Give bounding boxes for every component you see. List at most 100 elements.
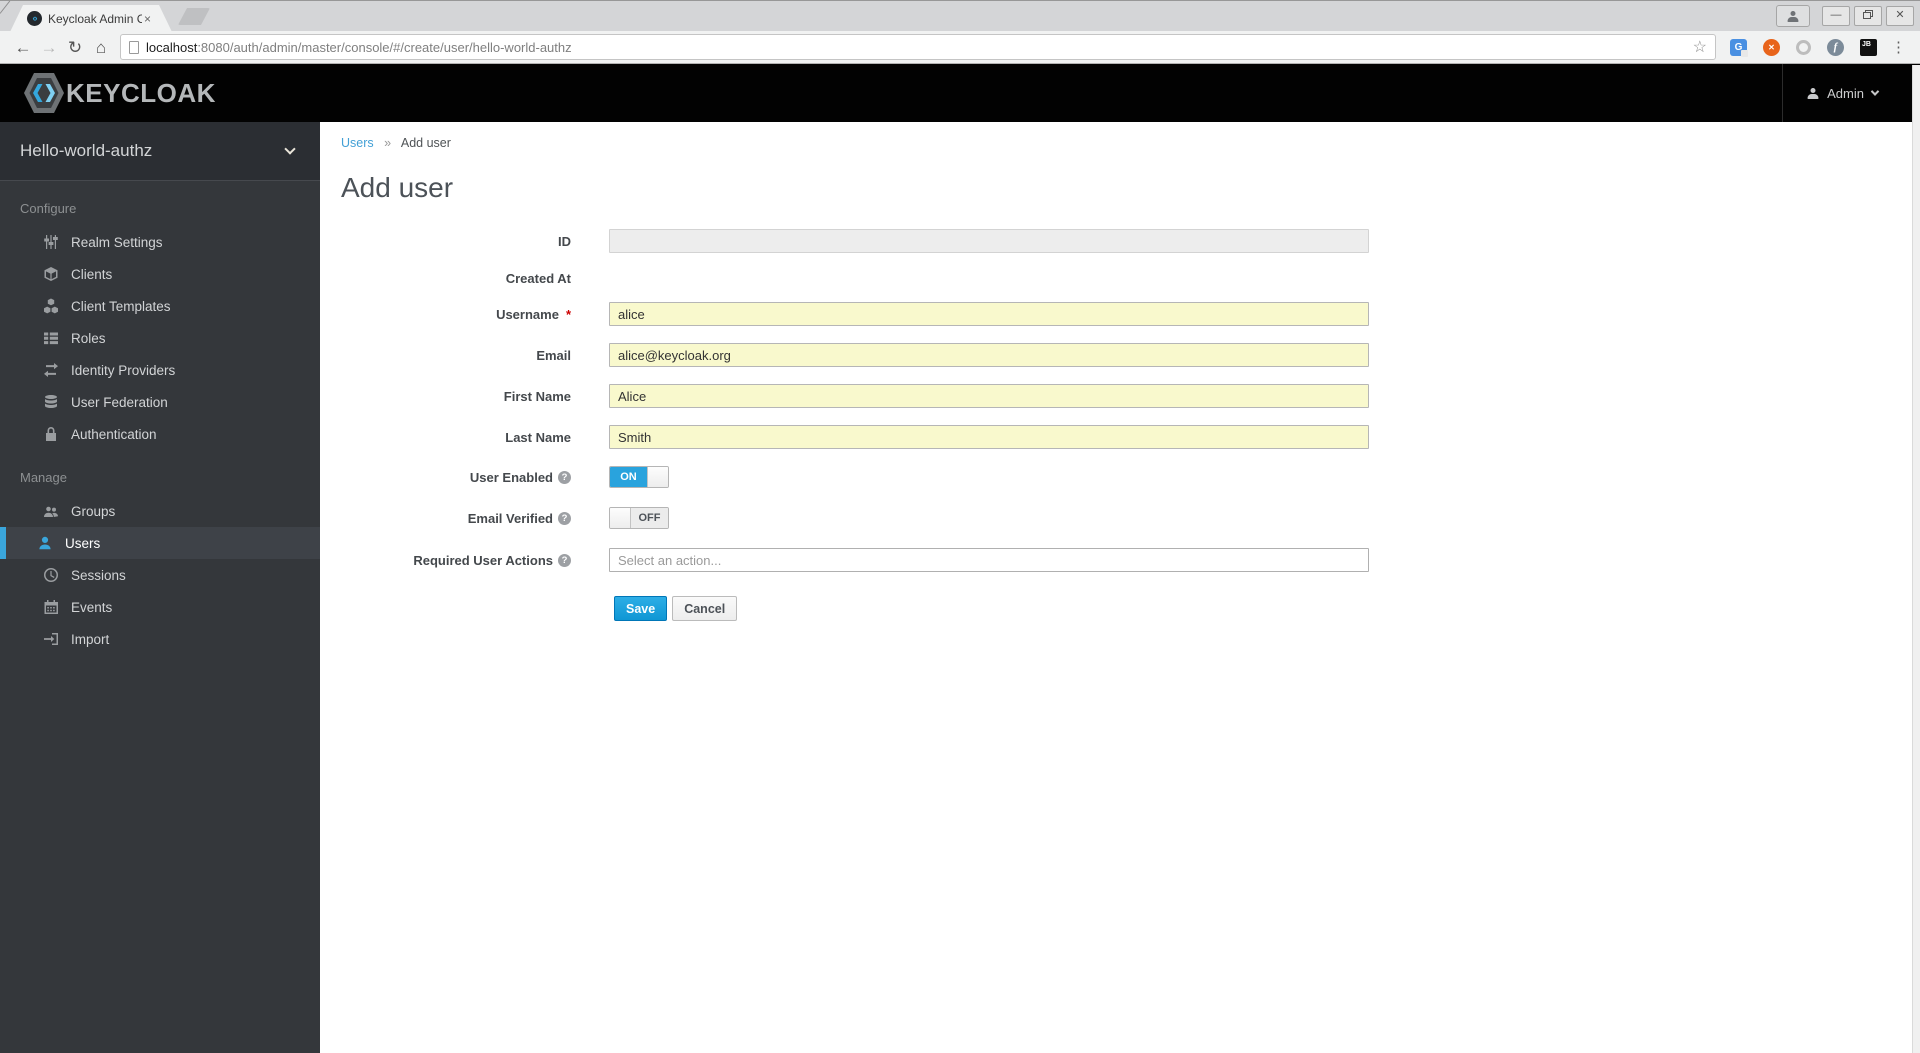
form-row-first-name: First Name (341, 384, 1920, 408)
username-field[interactable] (609, 302, 1369, 326)
sidebar-item-label: Clients (71, 266, 113, 282)
sidebar-item-authentication[interactable]: Authentication (0, 418, 320, 450)
url-path: :8080/auth/admin/master/console/#/create… (197, 39, 572, 55)
first-name-field[interactable] (609, 384, 1369, 408)
sidebar-item-sessions[interactable]: Sessions (0, 559, 320, 591)
chevron-down-icon (284, 143, 296, 155)
jetbrains-extension-icon[interactable]: JB (1860, 38, 1877, 56)
window-restore-button[interactable] (1854, 6, 1882, 26)
browser-scrollbar[interactable] (1912, 65, 1920, 1053)
user-enabled-label: User Enabled (469, 469, 553, 485)
form-row-username: Username * (341, 302, 1920, 326)
page-info-icon[interactable] (129, 40, 139, 54)
window-close-button[interactable]: ✕ (1886, 6, 1914, 26)
sidebar-item-label: Import (71, 631, 110, 647)
orange-extension-icon[interactable]: ✕ (1763, 38, 1780, 56)
sidebar-item-label: Realm Settings (71, 234, 163, 250)
window-corner-decoration (0, 0, 11, 14)
back-icon[interactable]: ← (10, 39, 36, 56)
sidebar-item-events[interactable]: Events (0, 591, 320, 623)
tab-title: Keycloak Admin Con (48, 11, 142, 26)
cancel-button[interactable]: Cancel (672, 596, 738, 621)
user-enabled-toggle[interactable]: ON (609, 466, 669, 488)
admin-user-menu[interactable]: Admin (1782, 64, 1908, 122)
breadcrumb-current: Add user (400, 136, 451, 150)
sidebar-item-groups[interactable]: Groups (0, 495, 320, 527)
sidebar-item-clients[interactable]: Clients (0, 258, 320, 290)
disabled-extension-icon[interactable] (1796, 39, 1811, 55)
cubes-icon (43, 298, 59, 314)
breadcrumb-separator: » (384, 136, 392, 150)
main-content: Users » Add user Add user ID Created At … (320, 122, 1920, 1053)
url-text[interactable]: localhost:8080/auth/admin/master/console… (146, 40, 1685, 55)
required-actions-label: Required User Actions (413, 552, 553, 568)
reload-icon[interactable]: ↻ (62, 39, 88, 56)
section-label-configure: Configure (20, 201, 77, 216)
new-tab-button[interactable] (178, 8, 210, 25)
sidebar-item-label: Identity Providers (71, 362, 176, 378)
last-name-field[interactable] (609, 425, 1369, 449)
toggle-handle (647, 467, 668, 487)
calendar-icon (43, 599, 59, 615)
sidebar-item-import[interactable]: Import (0, 623, 320, 655)
id-label: ID (558, 233, 571, 249)
id-field (609, 229, 1369, 253)
forward-icon[interactable]: → (36, 39, 62, 56)
admin-user-label: Admin (1827, 85, 1864, 101)
sidebar-item-users[interactable]: Users (0, 527, 320, 559)
url-host: localhost (146, 39, 198, 55)
profile-icon (1787, 11, 1799, 22)
browser-profile-button[interactable] (1776, 5, 1810, 27)
required-actions-select[interactable] (609, 548, 1369, 572)
form-row-id: ID (341, 229, 1920, 253)
section-label-manage: Manage (20, 470, 67, 485)
breadcrumb-users-link[interactable]: Users (341, 136, 374, 150)
form-row-last-name: Last Name (341, 425, 1920, 449)
browser-toolbar: ← → ↻ ⌂ localhost:8080/auth/admin/master… (0, 31, 1920, 64)
sidebar-item-roles[interactable]: Roles (0, 322, 320, 354)
first-name-label: First Name (503, 388, 571, 404)
tab-close-icon[interactable]: × (144, 13, 151, 25)
sidebar-item-identity-providers[interactable]: Identity Providers (0, 354, 320, 386)
sidebar-item-realm-settings[interactable]: Realm Settings (0, 226, 320, 258)
toggle-on-label: ON (610, 467, 647, 487)
email-field[interactable] (609, 343, 1369, 367)
browser-tab[interactable]: ‹› Keycloak Admin Con × (10, 5, 172, 32)
save-button[interactable]: Save (614, 596, 668, 621)
last-name-label: Last Name (505, 429, 571, 445)
sidebar-item-label: Groups (71, 503, 116, 519)
sidebar-item-label: Users (65, 535, 101, 551)
sidebar-item-client-templates[interactable]: Client Templates (0, 290, 320, 322)
exchange-arrows-icon (43, 362, 59, 378)
realm-selector[interactable]: Hello-world-authz (0, 122, 320, 181)
translate-extension-icon[interactable]: G (1730, 38, 1748, 57)
lock-icon (43, 426, 59, 442)
help-icon: ? (558, 470, 571, 484)
url-bar[interactable]: localhost:8080/auth/admin/master/console… (120, 34, 1716, 60)
form-row-email-verified: Email Verified? OFF (341, 507, 1920, 529)
email-verified-toggle[interactable]: OFF (609, 507, 669, 529)
keycloak-logo: KEYCLOAK (24, 71, 216, 115)
browser-menu-icon[interactable]: ⋮ (1891, 38, 1906, 56)
database-icon (43, 394, 59, 410)
list-icon (43, 330, 59, 346)
restore-icon (1863, 12, 1871, 19)
username-label: Username (496, 306, 559, 322)
form-row-email: Email (341, 343, 1920, 367)
chevron-down-icon (1870, 87, 1880, 96)
created-at-label: Created At (505, 270, 571, 286)
bookmark-star-icon[interactable]: ☆ (1693, 37, 1707, 57)
sidebar-item-label: Events (71, 599, 113, 615)
home-icon[interactable]: ⌂ (88, 39, 114, 56)
help-icon: ? (558, 553, 571, 567)
sidebar-item-label: User Federation (71, 394, 168, 410)
user-icon (37, 535, 53, 551)
form-row-user-enabled: User Enabled? ON (341, 466, 1920, 488)
window-minimize-button[interactable]: — (1822, 6, 1850, 26)
page-title: Add user (341, 172, 454, 203)
fedora-extension-icon[interactable]: f (1827, 38, 1844, 56)
browser-titlebar: ‹› Keycloak Admin Con × — ✕ (0, 0, 1920, 32)
sidebar-item-user-federation[interactable]: User Federation (0, 386, 320, 418)
sidebar-item-label: Client Templates (71, 298, 171, 314)
realm-name: Hello-world-authz (20, 141, 153, 160)
